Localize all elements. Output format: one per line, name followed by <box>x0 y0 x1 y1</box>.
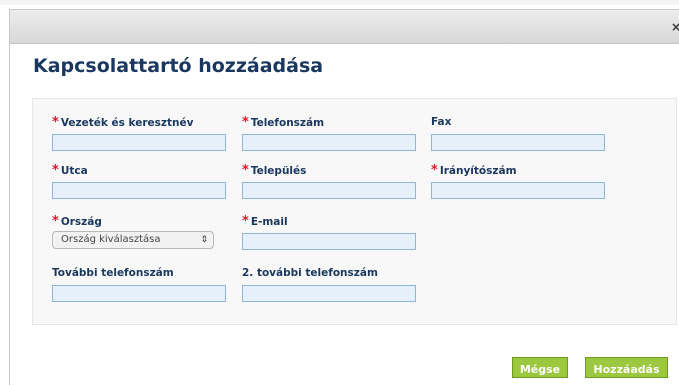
name-input[interactable] <box>52 134 226 151</box>
add-contact-dialog: × Kapcsolattartó hozzáadása * Vezeték és … <box>9 9 679 385</box>
street-input[interactable] <box>52 182 226 199</box>
select-arrows-icon: ⇕ <box>200 235 208 245</box>
required-marker: * <box>431 163 438 178</box>
country-field-group: * Ország Ország kiválasztása ⇕ <box>52 214 214 249</box>
fax-label: Fax <box>431 116 452 128</box>
additional-phone-2-label: 2. további telefonszám <box>242 267 378 279</box>
street-field-group: * Utca <box>52 163 226 199</box>
country-select[interactable]: Ország kiválasztása ⇕ <box>52 231 214 249</box>
street-label: * Utca <box>52 163 88 178</box>
page-top-strip <box>0 0 679 5</box>
dialog-titlebar: × <box>10 10 679 44</box>
additional-phone-label: További telefonszám <box>52 267 174 279</box>
required-marker: * <box>242 163 249 178</box>
fax-field-group: Fax <box>431 115 605 151</box>
required-marker: * <box>52 163 59 178</box>
dialog-title: Kapcsolattartó hozzáadása <box>33 55 324 77</box>
email-input[interactable] <box>242 233 416 250</box>
required-marker: * <box>242 214 249 229</box>
contact-form-panel: * Vezeték és keresztnév * Telefonszám Fax … <box>32 98 677 325</box>
cancel-button[interactable]: Mégse <box>512 357 568 378</box>
email-label: * E-mail <box>242 214 288 229</box>
required-marker: * <box>52 214 59 229</box>
city-input[interactable] <box>242 182 416 199</box>
additional-phone-2-field-group: 2. további telefonszám <box>242 266 416 302</box>
phone-input[interactable] <box>242 134 416 151</box>
phone-label: * Telefonszám <box>242 115 325 130</box>
add-button[interactable]: Hozzáadás <box>585 357 668 378</box>
additional-phone-2-input[interactable] <box>242 285 416 302</box>
name-field-group: * Vezeték és keresztnév <box>52 115 226 151</box>
zip-field-group: * Irányítószám <box>431 163 605 199</box>
city-field-group: * Település <box>242 163 416 199</box>
phone-field-group: * Telefonszám <box>242 115 416 151</box>
close-icon[interactable]: × <box>671 20 679 34</box>
required-marker: * <box>242 115 249 130</box>
country-label: * Ország <box>52 214 102 229</box>
city-label: * Település <box>242 163 307 178</box>
country-select-value: Ország kiválasztása <box>61 234 161 245</box>
additional-phone-field-group: További telefonszám <box>52 266 226 302</box>
zip-input[interactable] <box>431 182 605 199</box>
additional-phone-input[interactable] <box>52 285 226 302</box>
fax-input[interactable] <box>431 134 605 151</box>
zip-label: * Irányítószám <box>431 163 517 178</box>
required-marker: * <box>52 115 59 130</box>
email-field-group: * E-mail <box>242 214 416 250</box>
name-label: * Vezeték és keresztnév <box>52 115 194 130</box>
